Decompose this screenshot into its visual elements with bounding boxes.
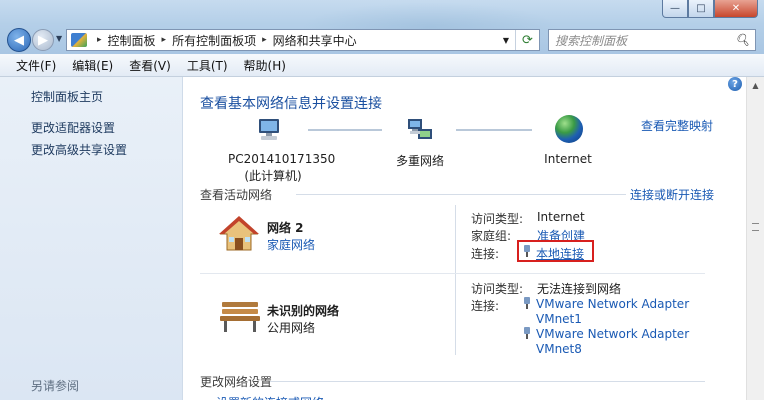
multiple-networks-icon[interactable] (406, 117, 434, 143)
scroll-up-icon[interactable]: ▲ (747, 77, 764, 93)
breadcrumb-network-center[interactable]: 网络和共享中心 (273, 32, 357, 49)
address-bar[interactable]: ▸ 控制面板 ▸ 所有控制面板项 ▸ 网络和共享中心 ▼ ⟳ (66, 29, 540, 51)
search-placeholder: 搜索控制面板 (555, 33, 628, 48)
breadcrumb-separator-icon[interactable]: ▸ (97, 35, 102, 45)
homegroup-label: 家庭组: (471, 229, 512, 243)
refresh-icon[interactable]: ⟳ (515, 30, 539, 50)
sidebar-see-also: 另请参阅 (31, 379, 80, 393)
internet-globe-icon[interactable] (555, 115, 583, 143)
recent-pages-dropdown-icon[interactable]: ▼ (56, 34, 62, 43)
section-divider (270, 381, 705, 382)
menu-view[interactable]: 查看(V) (121, 57, 179, 74)
control-panel-icon (71, 33, 87, 47)
adapter-icon (524, 327, 530, 339)
pc-sub-label: (此计算机) (244, 169, 302, 183)
close-button[interactable]: ✕ (714, 0, 758, 18)
vmnet8-name-link[interactable]: VMnet8 (536, 342, 582, 356)
change-settings-title: 更改网络设置 (200, 375, 273, 389)
vmnet8-adapter-link[interactable]: VMware Network Adapter (536, 327, 689, 341)
scroll-grip[interactable] (752, 223, 759, 231)
address-dropdown-icon[interactable]: ▼ (499, 30, 513, 50)
menu-bar: 文件(F) 编辑(E) 查看(V) 工具(T) 帮助(H) (0, 54, 764, 77)
menu-edit[interactable]: 编辑(E) (64, 57, 121, 74)
multi-network-label: 多重网络 (395, 154, 444, 168)
access-type-value: Internet (537, 210, 585, 224)
search-input[interactable]: 搜索控制面板 🔍︎ (548, 29, 756, 51)
access-type-label: 访问类型: (471, 212, 524, 226)
highlight-box (517, 240, 594, 262)
section-divider (296, 194, 626, 195)
network-1-name: 网络 2 (267, 221, 304, 235)
vmnet1-name-link[interactable]: VMnet1 (536, 312, 582, 326)
window-controls: — □ ✕ (662, 0, 758, 18)
connection-label-2: 连接: (471, 299, 500, 313)
network-1-type-link[interactable]: 家庭网络 (267, 236, 315, 253)
column-divider (455, 205, 456, 355)
breadcrumb-all-items[interactable]: 所有控制面板项 (172, 32, 256, 49)
network-divider (200, 273, 705, 274)
network-2-name: 未识别的网络 (267, 304, 340, 318)
active-networks-title: 查看活动网络 (200, 188, 273, 202)
menu-tools[interactable]: 工具(T) (179, 57, 236, 74)
minimize-button[interactable]: — (662, 0, 688, 18)
sidebar-item-advanced-sharing[interactable]: 更改高级共享设置 (31, 141, 127, 158)
full-map-link[interactable]: 查看完整映射 (641, 117, 713, 134)
setup-connection-link[interactable]: 设置新的连接或网络 (216, 394, 356, 400)
navigation-bar: ◀ ▶ ▼ ▸ 控制面板 ▸ 所有控制面板项 ▸ 网络和共享中心 ▼ ⟳ 搜索控… (0, 26, 764, 54)
connect-disconnect-link[interactable]: 连接或断开连接 (630, 186, 714, 203)
access-type-label-2: 访问类型: (471, 282, 524, 296)
help-icon[interactable]: ? (728, 77, 742, 91)
vertical-scrollbar[interactable]: ▲ (746, 77, 764, 400)
breadcrumb-separator-icon[interactable]: ▸ (162, 35, 167, 45)
vmnet1-adapter-link[interactable]: VMware Network Adapter (536, 297, 689, 311)
menu-file[interactable]: 文件(F) (8, 57, 64, 74)
map-connector (308, 129, 382, 131)
public-network-bench-icon[interactable] (218, 298, 262, 334)
maximize-button[interactable]: □ (688, 0, 714, 18)
page-title: 查看基本网络信息并设置连接 (200, 96, 382, 112)
network-2-type: 公用网络 (267, 321, 316, 335)
home-network-icon[interactable] (218, 215, 260, 253)
breadcrumb-control-panel[interactable]: 控制面板 (108, 32, 156, 49)
forward-button[interactable]: ▶ (32, 29, 54, 51)
adapter-icon (524, 297, 530, 309)
access-type-value-2: 无法连接到网络 (537, 282, 622, 296)
sidebar-item-control-panel-home[interactable]: 控制面板主页 (31, 88, 103, 105)
sidebar: 控制面板主页 更改适配器设置 更改高级共享设置 另请参阅 (0, 77, 183, 400)
search-icon[interactable]: 🔍︎ (735, 33, 750, 47)
sidebar-item-adapter-settings[interactable]: 更改适配器设置 (31, 119, 115, 136)
menu-help[interactable]: 帮助(H) (236, 57, 294, 74)
map-connector (456, 129, 532, 131)
computer-icon[interactable] (256, 117, 282, 143)
internet-label: Internet (544, 152, 592, 166)
connection-label: 连接: (471, 247, 500, 261)
back-button[interactable]: ◀ (7, 28, 31, 52)
breadcrumb-separator-icon[interactable]: ▸ (262, 35, 267, 45)
pc-name-label: PC201410171350 (228, 152, 336, 166)
